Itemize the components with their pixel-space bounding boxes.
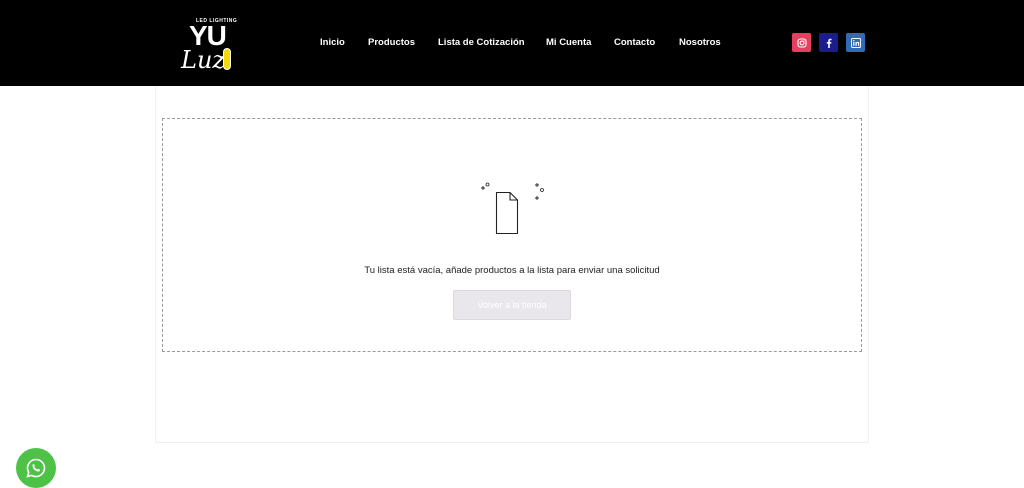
site-header: LED LIGHTING YU Luz Inicio Productos Lis… [0,0,1024,86]
bulb-icon [223,48,231,70]
nav-item-inicio[interactable]: Inicio [320,37,345,48]
nav-item-lista-cotizacion[interactable]: Lista de Cotización [438,37,525,48]
nav-item-contacto[interactable]: Contacto [614,37,655,48]
whatsapp-button[interactable] [16,448,56,488]
nav-item-mi-cuenta[interactable]: Mi Cuenta [546,37,591,48]
empty-list-message: Tu lista está vacía, añade productos a l… [364,265,660,276]
instagram-button[interactable] [792,33,811,52]
logo-sub-text: Luz [181,46,226,74]
facebook-button[interactable] [819,33,838,52]
linkedin-icon [850,37,861,48]
empty-document-icon [481,182,544,235]
nav-item-nosotros[interactable]: Nosotros [679,37,721,48]
brand-logo[interactable]: LED LIGHTING YU Luz [178,18,238,76]
linkedin-button[interactable] [846,33,865,52]
whatsapp-icon [26,458,46,478]
facebook-icon [826,38,831,48]
nav-item-productos[interactable]: Productos [368,37,415,48]
back-to-shop-button[interactable]: Volver a la tienda [453,290,571,320]
instagram-icon [796,37,807,48]
